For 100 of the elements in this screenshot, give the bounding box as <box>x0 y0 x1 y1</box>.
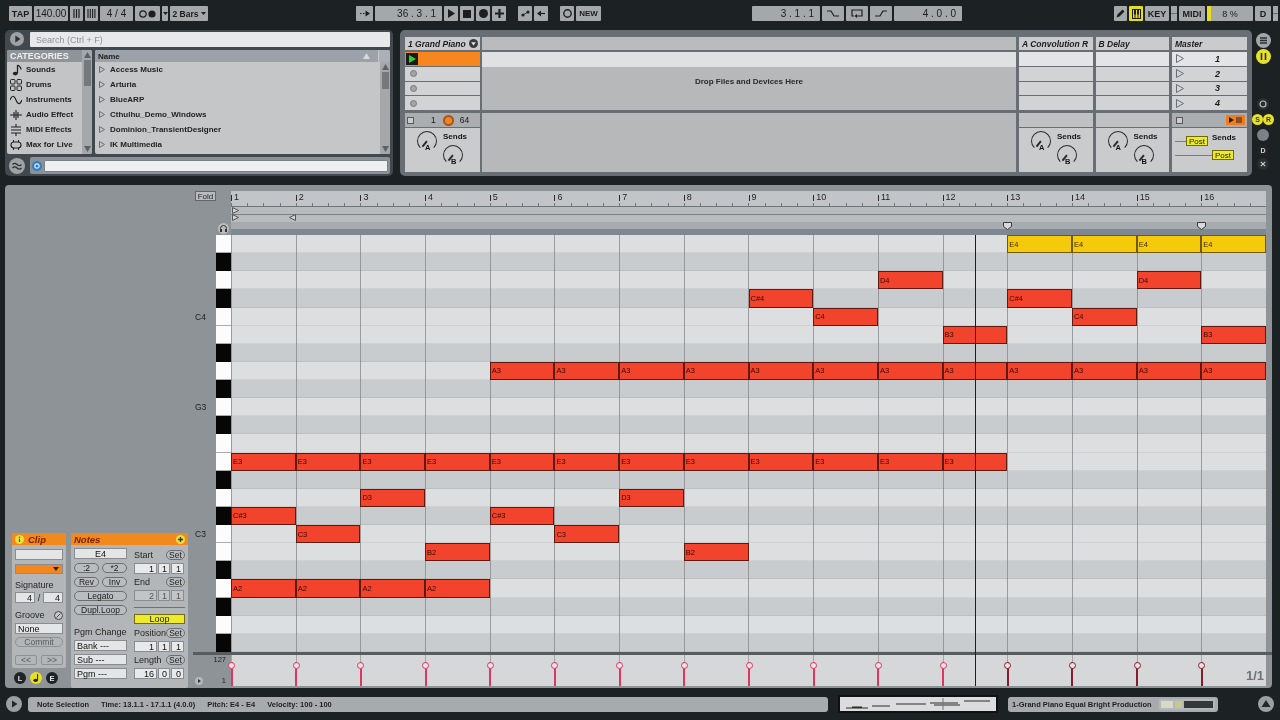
piano-key[interactable] <box>216 271 231 290</box>
clip-slot[interactable] <box>405 66 480 81</box>
velocity-marker[interactable] <box>1133 661 1141 686</box>
post-button[interactable]: Post <box>1212 150 1234 160</box>
clip-slot[interactable] <box>1095 52 1169 66</box>
browser-item[interactable]: Cthulhu_Demo_Windows <box>95 107 380 122</box>
metronome-menu-button[interactable] <box>162 6 168 21</box>
scene-slot[interactable]: 4 <box>1172 96 1247 110</box>
ring-icon[interactable] <box>1257 98 1269 110</box>
value-field[interactable]: 1 <box>134 641 157 652</box>
tap-button[interactable]: TAP <box>9 6 32 21</box>
stop-button[interactable] <box>460 6 474 21</box>
transform-button[interactable]: Legato <box>74 591 127 601</box>
value-field[interactable]: 0 <box>171 668 184 679</box>
signature-field[interactable]: 4 / 4 <box>100 6 133 21</box>
automation-button[interactable] <box>518 6 532 21</box>
view-button[interactable] <box>30 672 42 684</box>
position-field[interactable]: 36 . 3 . 1 <box>375 6 442 21</box>
browser-item[interactable]: Arturia <box>95 77 380 92</box>
nudge-button[interactable] <box>70 6 83 21</box>
track-header[interactable]: A Convolution R <box>1019 37 1093 50</box>
clip-name-field[interactable] <box>15 549 63 560</box>
clip-slot[interactable] <box>1019 96 1093 110</box>
category-item[interactable]: MIDI Effects <box>7 122 82 137</box>
transform-button[interactable]: Dupl.Loop <box>74 605 127 615</box>
draw-mode-button[interactable] <box>1129 6 1143 21</box>
piano-key[interactable] <box>216 416 231 435</box>
session-record-button[interactable] <box>560 6 574 21</box>
punch-in-button[interactable] <box>822 6 844 21</box>
quantize-dropdown[interactable]: 2 Bars <box>170 6 208 21</box>
transform-button[interactable]: *2 <box>102 563 127 573</box>
category-item[interactable]: Audio Effect <box>7 107 82 122</box>
category-item[interactable]: Max for Live <box>7 137 82 152</box>
color-dropdown[interactable] <box>15 564 63 574</box>
velocity-marker[interactable] <box>292 661 300 686</box>
name-column-header[interactable]: Name <box>95 50 378 62</box>
info-icon[interactable] <box>15 534 24 544</box>
value-field[interactable]: 1 <box>171 563 184 574</box>
value-field[interactable]: 1 <box>134 563 157 574</box>
scene-slot[interactable]: 3 <box>1172 81 1247 96</box>
nudge-button[interactable] <box>85 6 98 21</box>
velocity-marker[interactable] <box>745 661 753 686</box>
scrollbar-thumb[interactable] <box>381 72 389 89</box>
set-button[interactable]: Set <box>166 628 185 638</box>
clip-slot[interactable] <box>405 96 480 110</box>
loop-length-field[interactable]: 4 . 0 . 0 <box>894 6 962 21</box>
scrollbar-thumb[interactable] <box>83 60 91 86</box>
midi-map-button[interactable]: MIDI <box>1179 6 1205 21</box>
piano-key[interactable] <box>216 380 231 399</box>
add-icon[interactable] <box>176 534 185 544</box>
category-item[interactable]: Drums <box>7 77 82 92</box>
set-button[interactable]: Set <box>166 550 185 560</box>
value-field[interactable]: 1 <box>171 641 184 652</box>
velocity-marker[interactable] <box>874 661 882 686</box>
clip-slot[interactable] <box>1019 81 1093 96</box>
clip-slot[interactable] <box>405 81 480 96</box>
transform-button[interactable]: Inv <box>102 577 127 587</box>
back-button[interactable] <box>534 6 548 21</box>
start-marker-icon[interactable] <box>232 207 240 221</box>
velocity-marker[interactable] <box>422 661 430 686</box>
play-icon[interactable] <box>6 696 22 712</box>
velocity-marker[interactable] <box>616 661 624 686</box>
end-marker-icon[interactable] <box>288 214 296 221</box>
slashed-circle-icon[interactable] <box>54 610 63 620</box>
play-icon[interactable] <box>10 32 24 46</box>
play-lines-icon[interactable] <box>1226 115 1245 125</box>
program-field[interactable]: Bank --- <box>74 640 127 651</box>
value-field[interactable]: 16 <box>134 668 157 679</box>
waves-icon[interactable] <box>9 157 25 174</box>
velocity-marker[interactable] <box>1004 661 1012 686</box>
clip-slot[interactable] <box>1095 96 1169 110</box>
velocity-marker[interactable] <box>228 661 235 686</box>
clip-slot[interactable] <box>1095 66 1169 81</box>
velocity-marker[interactable] <box>551 661 559 686</box>
follow-button[interactable] <box>356 6 373 21</box>
signature-field[interactable]: 4 <box>15 592 35 603</box>
set-button[interactable]: Set <box>166 655 185 665</box>
browser-item[interactable]: IK Multimedia <box>95 137 380 152</box>
velocity-marker[interactable] <box>1068 661 1076 686</box>
program-field[interactable]: Pgm --- <box>74 668 127 679</box>
key-map-button[interactable]: KEY <box>1145 6 1169 21</box>
search-field[interactable]: Search (Ctrl + F) <box>30 32 390 47</box>
input-field[interactable] <box>44 159 388 172</box>
clip-slot[interactable] <box>1019 66 1093 81</box>
browser-item[interactable]: Dominion_TransientDesigner <box>95 122 380 137</box>
browser-item[interactable]: Access Music <box>95 62 380 77</box>
add-button[interactable] <box>492 6 506 21</box>
punch-out-button[interactable] <box>870 6 892 21</box>
clip-slot[interactable] <box>405 52 480 66</box>
disk-button[interactable]: D <box>1255 6 1271 21</box>
metronome-button[interactable] <box>135 6 160 21</box>
velocity-marker[interactable] <box>810 661 818 686</box>
scene-slot[interactable]: 1 <box>1172 52 1247 66</box>
browser-item[interactable]: BlueARP <box>95 92 380 107</box>
piano-key[interactable] <box>216 543 231 562</box>
program-field[interactable]: Sub --- <box>74 654 127 665</box>
track-header[interactable]: Master <box>1172 37 1247 50</box>
transform-button[interactable]: Rev <box>74 577 99 587</box>
fold-button[interactable]: Fold <box>195 191 216 201</box>
pencil-button[interactable] <box>1114 6 1127 21</box>
